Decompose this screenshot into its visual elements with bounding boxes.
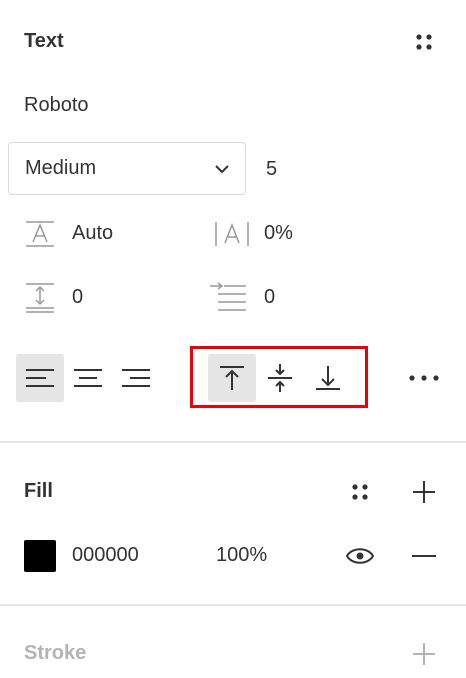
align-top-icon (220, 366, 244, 390)
paragraph-indent-input[interactable]: 0 (264, 286, 275, 309)
more-options-icon[interactable] (408, 374, 440, 382)
eye-icon[interactable] (346, 545, 374, 567)
align-left-icon (26, 369, 54, 387)
fill-section-title: Fill (24, 480, 53, 502)
chevron-down-icon (214, 163, 230, 175)
font-family-field[interactable]: Roboto (24, 94, 89, 117)
align-bottom-button[interactable] (304, 354, 352, 402)
font-size-input[interactable]: 5 (266, 158, 277, 181)
remove-fill-icon[interactable] (412, 555, 436, 557)
styles-grid-icon[interactable] (414, 32, 434, 52)
section-divider-2 (0, 604, 466, 606)
align-right-button[interactable] (112, 354, 160, 402)
letter-spacing-input[interactable]: 0% (264, 222, 293, 245)
paragraph-spacing-icon (24, 282, 56, 314)
font-weight-value: Medium (25, 157, 97, 179)
align-middle-icon (268, 364, 292, 392)
font-weight-dropdown[interactable]: Medium (8, 142, 246, 195)
stroke-section-title: Stroke (24, 642, 87, 664)
align-bottom-icon (316, 366, 340, 390)
section-divider (0, 441, 466, 443)
line-height-input[interactable]: Auto (72, 222, 113, 245)
align-right-icon (122, 369, 150, 387)
align-center-button[interactable] (64, 354, 112, 402)
add-fill-icon[interactable] (412, 480, 436, 504)
fill-color-swatch[interactable] (24, 540, 56, 572)
align-middle-button[interactable] (256, 354, 304, 402)
paragraph-indent-icon (208, 282, 248, 314)
align-left-button[interactable] (16, 354, 64, 402)
fill-styles-grid-icon[interactable] (350, 482, 370, 502)
line-height-icon (24, 220, 56, 248)
text-section-title: Text (24, 30, 64, 52)
align-top-button[interactable] (208, 354, 256, 402)
letter-spacing-icon (214, 220, 250, 248)
fill-opacity[interactable]: 100% (216, 544, 267, 567)
paragraph-spacing-input[interactable]: 0 (72, 286, 83, 309)
add-stroke-icon[interactable] (412, 642, 436, 666)
align-center-icon (74, 369, 102, 387)
fill-color-hex[interactable]: 000000 (72, 544, 139, 567)
